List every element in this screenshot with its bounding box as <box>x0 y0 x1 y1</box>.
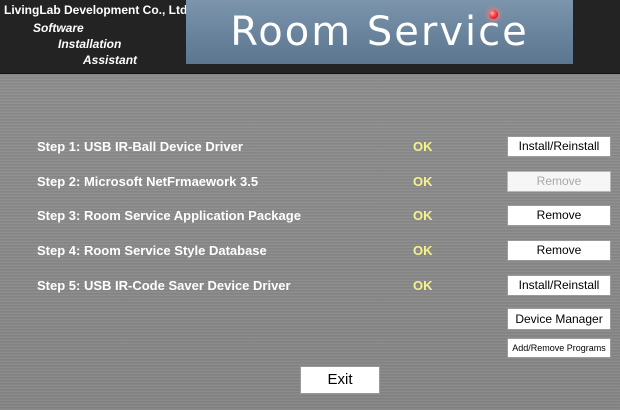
room-service-logo: Room Service <box>186 0 573 64</box>
step-2-remove-button[interactable]: Remove <box>507 171 611 192</box>
device-manager-button[interactable]: Device Manager <box>507 308 611 330</box>
step-4-label: Step 4: Room Service Style Database <box>37 243 267 258</box>
exit-button[interactable]: Exit <box>300 366 380 394</box>
company-name: LivingLab Development Co., Ltd. <box>4 3 191 17</box>
step-3-remove-button[interactable]: Remove <box>507 205 611 226</box>
step-1-label: Step 1: USB IR-Ball Device Driver <box>37 139 243 154</box>
step-2-status: OK <box>413 174 433 189</box>
header-bar: LivingLab Development Co., Ltd. Software… <box>0 0 620 74</box>
tagline-software: Software <box>33 21 84 35</box>
step-4-remove-button[interactable]: Remove <box>507 240 611 261</box>
tagline-installation: Installation <box>58 37 122 51</box>
step-5-install-button[interactable]: Install/Reinstall <box>507 275 611 296</box>
logo-red-dot-icon <box>489 10 498 19</box>
step-3-status: OK <box>413 208 433 223</box>
add-remove-programs-button[interactable]: Add/Remove Programs <box>507 338 611 358</box>
step-3-label: Step 3: Room Service Application Package <box>37 208 301 223</box>
logo-text: Room Service <box>230 9 529 55</box>
step-4-status: OK <box>413 243 433 258</box>
step-1-status: OK <box>413 139 433 154</box>
step-1-install-button[interactable]: Install/Reinstall <box>507 136 611 157</box>
step-2-label: Step 2: Microsoft NetFrmaework 3.5 <box>37 174 259 189</box>
step-5-label: Step 5: USB IR-Code Saver Device Driver <box>37 278 291 293</box>
step-5-status: OK <box>413 278 433 293</box>
tagline-assistant: Assistant <box>83 53 138 67</box>
